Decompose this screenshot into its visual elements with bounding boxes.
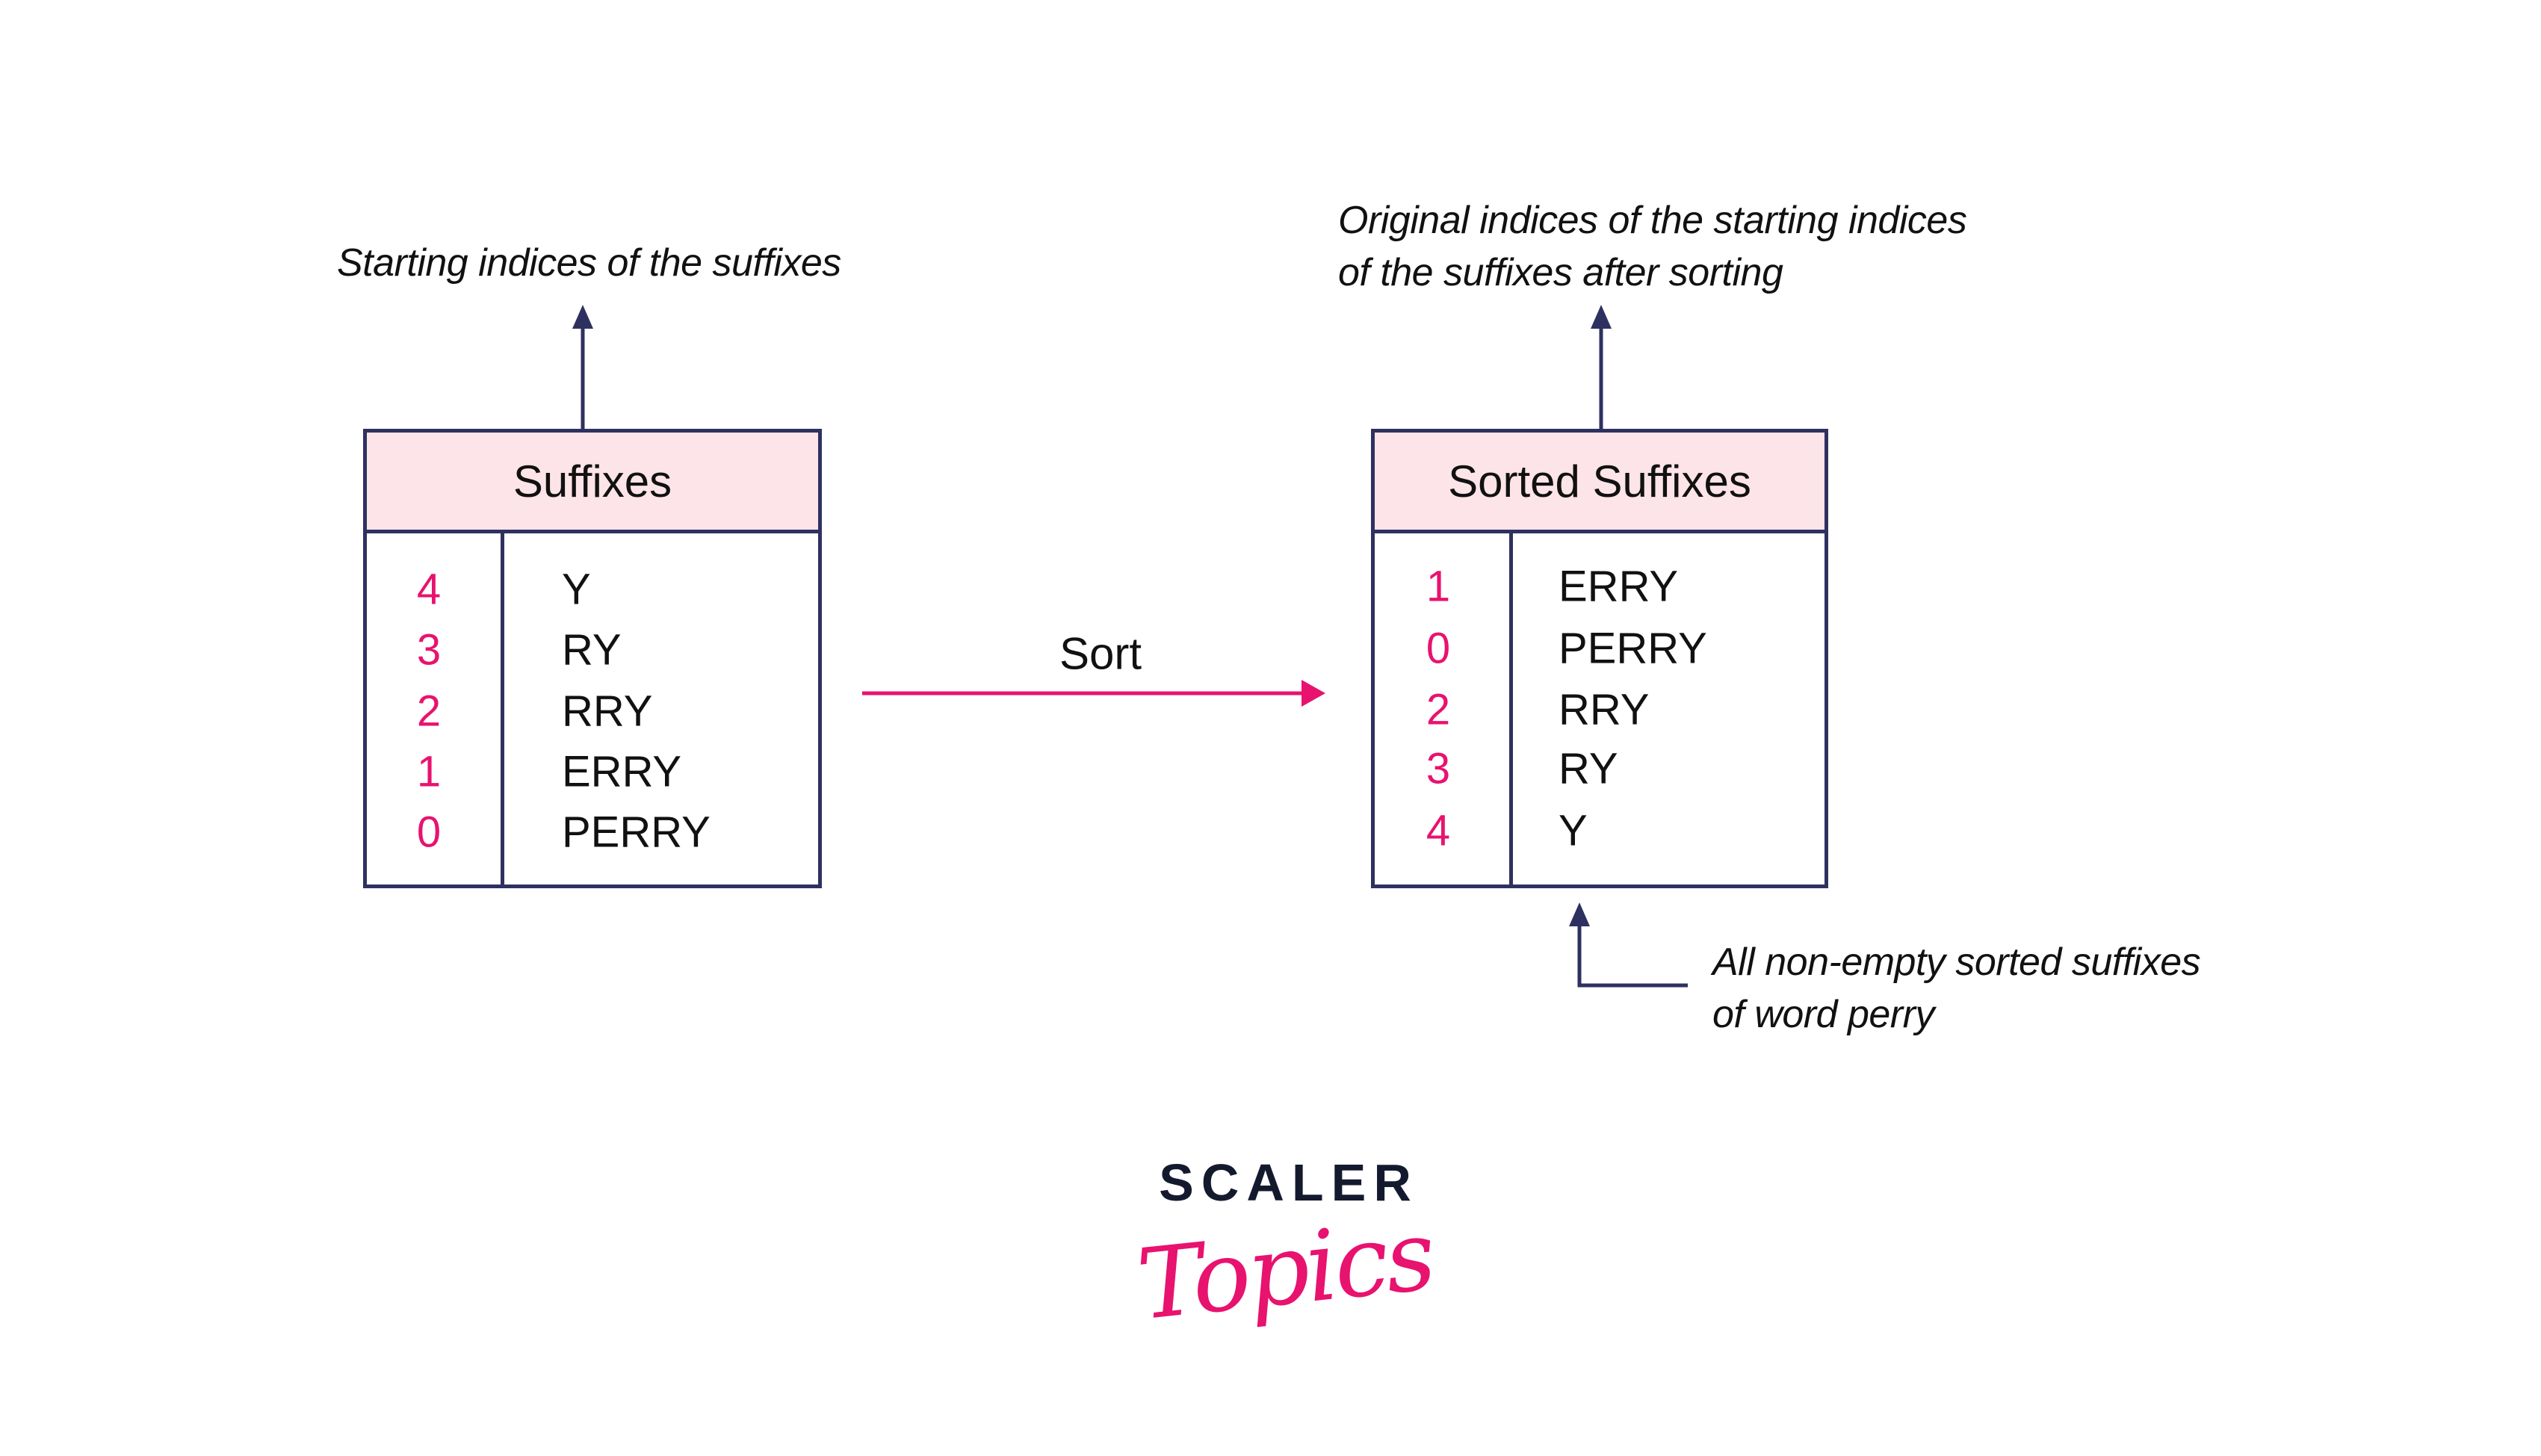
row-suffix: ERRY	[1559, 562, 1679, 611]
column-divider	[1509, 533, 1513, 885]
row-suffix: PERRY	[1559, 624, 1707, 673]
row-index: 2	[416, 687, 442, 736]
left-caption: Starting indices of the suffixes	[337, 241, 841, 285]
column-divider	[501, 533, 504, 885]
row-index: 2	[1426, 685, 1451, 734]
annotation-arrow	[1569, 902, 1688, 988]
row-index: 0	[1426, 624, 1451, 673]
row-suffix: Y	[1559, 806, 1588, 855]
row-index: 0	[416, 808, 442, 857]
row-suffix: RRY	[562, 687, 653, 736]
row-index: 4	[416, 565, 442, 614]
annotation-line-1: All non-empty sorted suffixes	[1712, 941, 2201, 984]
row-index: 3	[1426, 744, 1451, 793]
right-caption-line-1: Original indices of the starting indices	[1338, 199, 1967, 242]
row-suffix: Y	[562, 565, 591, 614]
row-index: 1	[1426, 562, 1451, 611]
sorted-suffixes-table-title: Sorted Suffixes	[1375, 433, 1824, 533]
annotation-line-2: of word perry	[1712, 993, 1934, 1036]
row-index: 3	[416, 625, 442, 675]
sort-label: Sort	[1059, 628, 1142, 679]
row-suffix: PERRY	[562, 808, 711, 857]
left-caption-arrow	[572, 305, 593, 430]
row-suffix: RY	[1559, 744, 1618, 793]
row-index: 4	[1426, 806, 1451, 855]
right-caption-arrow	[1591, 305, 1612, 430]
row-suffix: RRY	[1559, 685, 1650, 734]
row-suffix: ERRY	[562, 747, 682, 796]
row-suffix: RY	[562, 625, 622, 675]
row-index: 1	[416, 747, 442, 796]
sort-arrow	[862, 680, 1325, 707]
right-caption-line-2: of the suffixes after sorting	[1338, 251, 1783, 294]
suffixes-table-title: Suffixes	[367, 433, 818, 533]
